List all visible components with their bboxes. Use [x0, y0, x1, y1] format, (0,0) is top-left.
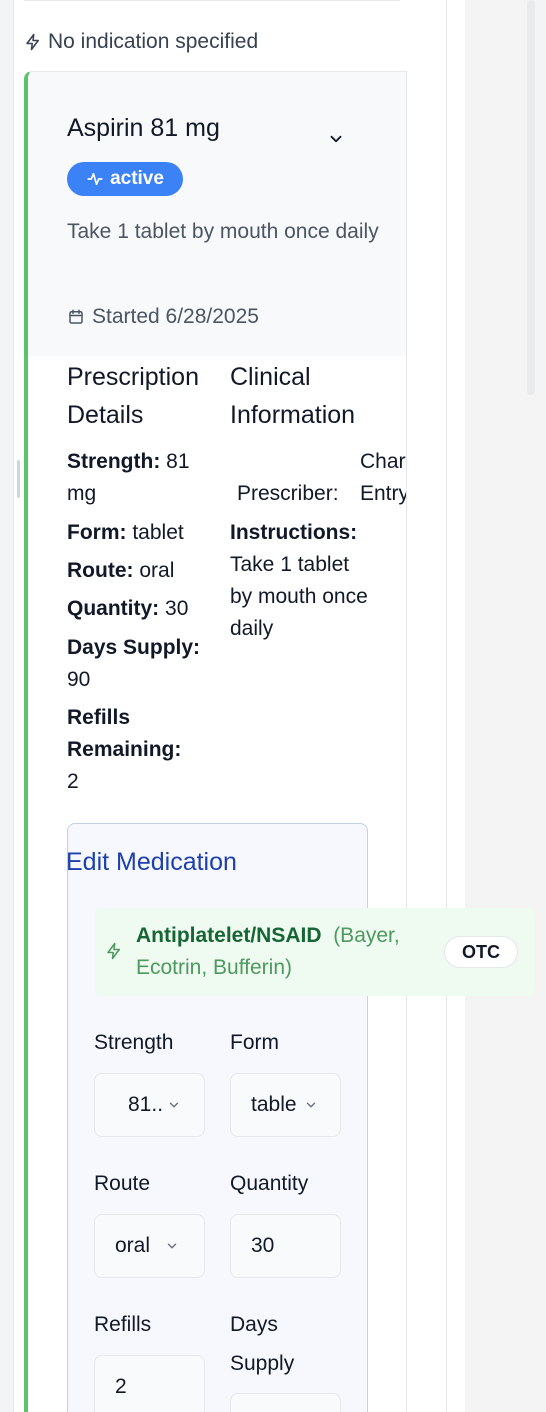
quantity-detail: Quantity: 30	[67, 593, 227, 625]
form-field-label: Form	[230, 1031, 279, 1054]
instructions-value: Take 1 tablet by mouth once daily	[230, 553, 368, 640]
refills-field-label: Refills	[94, 1313, 152, 1336]
start-date-text: Started 6/28/2025	[92, 305, 259, 328]
medication-card: Aspirin 81 mg active Take 1 tablet by mo…	[24, 71, 407, 1412]
form-select-value: table	[251, 1093, 297, 1116]
refills-input-value: 2	[115, 1375, 127, 1398]
refills-detail: Refills Remaining: 2	[67, 702, 197, 798]
form-select[interactable]: table	[230, 1073, 341, 1137]
prescriber-value: Chart Entry	[360, 450, 407, 505]
prescription-details-heading: Prescription Details	[67, 363, 199, 429]
chevron-down-icon	[169, 1102, 179, 1108]
clinical-information-heading: Clinical Information	[230, 363, 356, 429]
indication-text: No indication specified	[48, 30, 259, 53]
chevron-down-icon	[167, 1243, 177, 1249]
calendar-icon	[69, 309, 83, 324]
chevron-down-icon	[306, 1102, 316, 1108]
quantity-label: Quantity:	[67, 597, 160, 620]
days-supply-label: Days Supply:	[67, 636, 201, 659]
quantity-input-value: 30	[251, 1234, 275, 1257]
days-supply-field-label: Days Supply	[230, 1313, 295, 1375]
quantity-field-label: Quantity	[230, 1172, 309, 1195]
divider	[24, 0, 400, 1]
strength-field-label: Strength	[94, 1031, 174, 1054]
route-label: Route:	[67, 559, 134, 582]
days-supply-detail: Days Supply: 90	[67, 632, 217, 696]
drug-class: Antiplatelet/NSAID	[136, 924, 322, 947]
expand-toggle-button[interactable]	[324, 127, 348, 151]
medication-name: Aspirin 81 mg	[67, 114, 220, 142]
lightning-icon	[107, 942, 120, 960]
refills-input[interactable]: 2	[94, 1355, 205, 1412]
route-value: oral	[139, 559, 175, 582]
status-badge: active	[67, 162, 183, 196]
prescriber-label: Prescriber:	[237, 482, 339, 505]
otc-badge: OTC	[444, 936, 518, 968]
quantity-value: 30	[165, 597, 189, 620]
strength-label: Strength:	[67, 450, 161, 473]
refills-value: 2	[67, 770, 79, 793]
medication-instructions: Take 1 tablet by mouth once daily	[67, 220, 379, 243]
form-value: tablet	[132, 521, 184, 544]
quantity-input[interactable]: 30	[230, 1214, 341, 1278]
route-field-label: Route	[94, 1172, 151, 1195]
activity-icon	[87, 172, 103, 186]
days-supply-input[interactable]	[230, 1393, 341, 1412]
refills-label: Refills Remaining:	[67, 706, 182, 761]
resize-handle[interactable]	[17, 460, 20, 498]
form-detail: Form: tablet	[67, 517, 227, 549]
strength-select-value: 81..	[128, 1093, 164, 1116]
form-label: Form:	[67, 521, 127, 544]
instructions-detail: Instructions: Take 1 tablet by mouth onc…	[230, 517, 375, 645]
route-detail: Route: oral	[67, 555, 227, 587]
route-select-value: oral	[115, 1234, 151, 1257]
route-select[interactable]: oral	[94, 1214, 205, 1278]
indication-row: No indication specified	[24, 30, 258, 54]
strength-select[interactable]: 81..	[94, 1073, 205, 1137]
status-label: active	[110, 168, 164, 189]
instructions-label: Instructions:	[230, 521, 358, 544]
days-supply-value: 90	[67, 668, 91, 691]
chevron-down-icon	[330, 135, 342, 143]
strength-detail: Strength: 81 mg	[67, 446, 217, 510]
edit-medication-title: Edit Medication	[66, 848, 237, 876]
panel-divider	[446, 0, 447, 1412]
start-date: Started 6/28/2025	[67, 305, 259, 329]
scrollbar-thumb[interactable]	[527, 0, 535, 395]
left-rail	[0, 0, 14, 1412]
drug-class-text: Antiplatelet/NSAID (Bayer, Ecotrin, Buff…	[136, 920, 436, 984]
lightning-icon	[26, 33, 39, 51]
